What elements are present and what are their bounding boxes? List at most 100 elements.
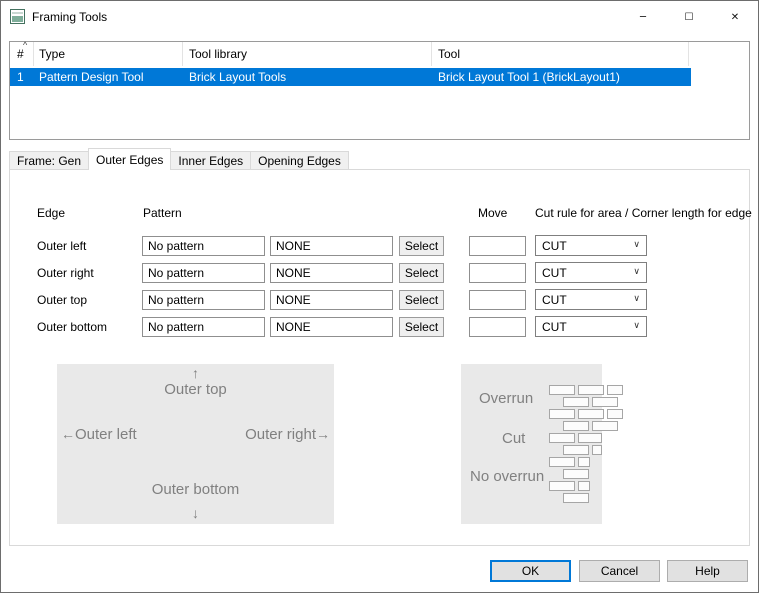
brick — [563, 469, 589, 479]
column-separator — [182, 42, 183, 66]
brick — [563, 493, 589, 503]
tool-row-num: 1 — [17, 68, 24, 86]
brick — [592, 445, 602, 455]
pattern-field[interactable] — [142, 317, 265, 337]
pattern-name-field[interactable] — [270, 263, 393, 283]
cancel-button[interactable]: Cancel — [579, 560, 660, 582]
brick — [578, 481, 590, 491]
diagram-outer-bottom-label: Outer bottom — [57, 481, 334, 498]
cut-rule-value: CUT — [542, 266, 567, 280]
brick — [578, 409, 604, 419]
cut-rule-select[interactable]: CUT ∨ — [535, 235, 647, 256]
cut-rule-select[interactable]: CUT ∨ — [535, 289, 647, 310]
brick — [549, 409, 575, 419]
brick — [578, 385, 604, 395]
select-button[interactable]: Select — [399, 290, 444, 310]
no-overrun-label: No overrun — [470, 468, 544, 485]
tab-inner-edges[interactable]: Inner Edges — [170, 151, 251, 170]
minimize-button[interactable]: ─ — [620, 1, 666, 33]
pattern-field[interactable] — [142, 290, 265, 310]
column-separator — [33, 42, 34, 66]
app-icon-detail — [12, 12, 23, 14]
chevron-down-icon: ∨ — [633, 320, 640, 331]
brick-diagram: Overrun Cut No overrun — [461, 364, 602, 524]
edge-row-label: Outer left — [37, 239, 86, 253]
select-button[interactable]: Select — [399, 263, 444, 283]
brick — [607, 385, 623, 395]
tool-row-tool: Brick Layout Tool 1 (BrickLayout1) — [438, 68, 620, 86]
brick — [563, 445, 589, 455]
diagram-outer-right-text: Outer right — [245, 426, 316, 443]
move-field[interactable] — [469, 290, 526, 310]
diagram-outer-right-label: Outer right→ — [245, 426, 330, 443]
framing-tools-dialog: Framing Tools ─ ☐ ✕ ^ # Type Tool librar… — [0, 0, 759, 593]
column-header-num[interactable]: # — [17, 47, 24, 61]
cut-rule-value: CUT — [542, 320, 567, 334]
brick — [549, 433, 575, 443]
outer-edges-panel: Edge Pattern Move Cut rule for area / Co… — [9, 169, 750, 546]
pattern-name-field[interactable] — [270, 236, 393, 256]
header-move: Move — [478, 206, 507, 220]
brick — [592, 421, 618, 431]
brick — [607, 409, 623, 419]
brick — [563, 421, 589, 431]
pattern-name-field[interactable] — [270, 290, 393, 310]
tab-frame-gen[interactable]: Frame: Gen — [9, 151, 89, 170]
close-button[interactable]: ✕ — [712, 1, 758, 33]
arrow-down-icon: ↓ — [57, 505, 334, 521]
brick — [578, 457, 590, 467]
tool-row-selected[interactable]: 1 Pattern Design Tool Brick Layout Tools… — [10, 68, 691, 86]
pattern-name-field[interactable] — [270, 317, 393, 337]
column-separator — [431, 42, 432, 66]
select-button[interactable]: Select — [399, 317, 444, 337]
edge-row-label: Outer right — [37, 266, 94, 280]
select-button[interactable]: Select — [399, 236, 444, 256]
brick — [549, 457, 575, 467]
header-cut-rule: Cut rule for area / Corner length for ed… — [535, 206, 752, 220]
cut-rule-select[interactable]: CUT ∨ — [535, 262, 647, 283]
diagram-outer-left-label: ←Outer left — [61, 426, 137, 443]
chevron-down-icon: ∨ — [633, 266, 640, 277]
column-separator — [688, 42, 689, 66]
ok-button[interactable]: OK — [490, 560, 571, 582]
move-field[interactable] — [469, 263, 526, 283]
brick — [578, 433, 602, 443]
column-header-tool[interactable]: Tool — [438, 47, 460, 61]
edge-row-label: Outer top — [37, 293, 87, 307]
header-pattern: Pattern — [143, 206, 182, 220]
chevron-down-icon: ∨ — [633, 293, 640, 304]
brick — [549, 481, 575, 491]
brick — [549, 385, 575, 395]
app-icon-detail — [12, 16, 23, 22]
diagram-outer-top-label: Outer top — [57, 381, 334, 398]
cut-label: Cut — [502, 430, 525, 447]
window-title: Framing Tools — [32, 10, 107, 24]
tab-strip: Frame: Gen Outer Edges Inner Edges Openi… — [9, 148, 348, 170]
cut-rule-select[interactable]: CUT ∨ — [535, 316, 647, 337]
tab-outer-edges[interactable]: Outer Edges — [88, 148, 171, 170]
column-header-type[interactable]: Type — [39, 47, 65, 61]
pattern-field[interactable] — [142, 263, 265, 283]
tool-row-library: Brick Layout Tools — [189, 68, 286, 86]
arrow-up-icon: ↑ — [57, 365, 334, 381]
chevron-down-icon: ∨ — [633, 239, 640, 250]
pattern-field[interactable] — [142, 236, 265, 256]
overrun-label: Overrun — [479, 390, 533, 407]
move-field[interactable] — [469, 317, 526, 337]
move-field[interactable] — [469, 236, 526, 256]
titlebar: Framing Tools ─ ☐ ✕ — [1, 1, 758, 33]
maximize-button[interactable]: ☐ — [666, 1, 712, 33]
arrow-left-icon: ← — [61, 426, 75, 442]
edge-diagram: ↑ Outer top ←Outer left Outer right→ Out… — [57, 364, 334, 524]
tool-row-type: Pattern Design Tool — [39, 68, 144, 86]
help-button[interactable]: Help — [667, 560, 748, 582]
brick — [563, 397, 589, 407]
app-icon — [10, 9, 25, 24]
tab-opening-edges[interactable]: Opening Edges — [250, 151, 349, 170]
edge-row-label: Outer bottom — [37, 320, 107, 334]
column-header-library[interactable]: Tool library — [189, 47, 247, 61]
cut-rule-value: CUT — [542, 293, 567, 307]
header-edge: Edge — [37, 206, 65, 220]
tool-table: ^ # Type Tool library Tool 1 Pattern Des… — [9, 41, 750, 140]
arrow-right-icon: → — [316, 426, 330, 442]
